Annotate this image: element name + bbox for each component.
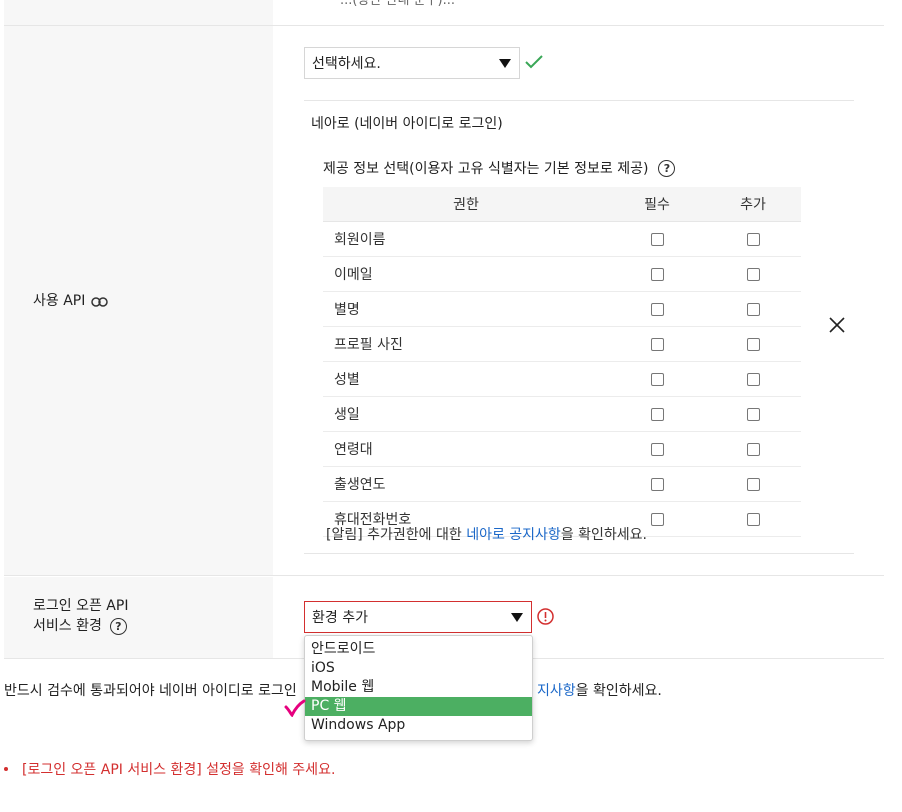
table-row: 이메일	[323, 256, 801, 292]
table-row: 성별	[323, 361, 801, 397]
bullet-icon	[4, 767, 8, 771]
extra-checkbox[interactable]	[746, 442, 760, 456]
notice-link[interactable]: 네아로 공지사항	[466, 527, 561, 543]
required-checkbox[interactable]	[650, 477, 664, 491]
chevron-down-icon	[511, 613, 523, 622]
question-circle-icon[interactable]: ?	[109, 617, 127, 635]
dropdown-option-mobile-web[interactable]: Mobile 웹	[305, 678, 532, 697]
table-header-row: 권한 필수 추가	[323, 187, 801, 222]
extra-checkbox[interactable]	[746, 267, 760, 281]
required-checkbox[interactable]	[650, 407, 664, 421]
notice-suffix: 을 확인하세요.	[560, 527, 648, 543]
required-checkbox[interactable]	[650, 302, 664, 316]
env-select-value: 환경 추가	[312, 610, 368, 626]
required-checkbox[interactable]	[650, 267, 664, 281]
required-checkbox[interactable]	[650, 512, 664, 526]
question-circle-icon[interactable]: ?	[658, 159, 676, 177]
table-header-required: 필수	[609, 187, 705, 222]
row-separator	[4, 575, 884, 576]
permission-name: 회원이름	[323, 221, 609, 257]
extra-checkbox[interactable]	[746, 407, 760, 421]
extra-checkbox[interactable]	[746, 372, 760, 386]
chevron-down-icon	[499, 59, 511, 68]
permission-name: 프로필 사진	[323, 326, 609, 362]
env-dropdown-list: 안드로이드 iOS Mobile 웹 PC 웹 Windows App	[304, 635, 533, 741]
dropdown-option-ios[interactable]: iOS	[305, 659, 532, 678]
permission-table: 권한 필수 추가 회원이름 이메일 별명 프로필 사진 성별 생일 연령대 출생…	[323, 187, 801, 537]
api-select-value: 선택하세요.	[312, 56, 381, 72]
api-name: 네아로 (네이버 아이디로 로그인)	[311, 116, 503, 132]
error-message-text: [로그인 오픈 API 서비스 환경] 설정을 확인해 주세요.	[22, 762, 336, 778]
bottom-notice-link[interactable]: 지사항	[537, 683, 576, 699]
extra-checkbox[interactable]	[746, 232, 760, 246]
permission-name: 연령대	[323, 431, 609, 467]
bottom-notice: 반드시 검수에 통과되어야 네이버 아이디로 로그인	[4, 680, 297, 700]
provide-info-title: 제공 정보 선택(이용자 고유 식별자는 기본 정보로 제공) ?	[323, 158, 676, 178]
notice-prefix: [알림] 추가권한에 대한	[326, 527, 467, 543]
checkmark-annotation	[284, 699, 306, 718]
api-label-text: 사용 API	[33, 293, 86, 309]
error-message: [로그인 오픈 API 서비스 환경] 설정을 확인해 주세요.	[4, 759, 335, 779]
top-cut-text: ...(상단 안내 문구)...	[340, 0, 455, 8]
required-checkbox[interactable]	[650, 232, 664, 246]
table-row: 연령대	[323, 431, 801, 467]
close-icon[interactable]	[829, 317, 845, 333]
row-separator	[4, 25, 884, 26]
table-row: 출생연도	[323, 466, 801, 502]
permission-name: 생일	[323, 396, 609, 432]
env-label-line1: 로그인 오픈 API	[33, 598, 129, 614]
extra-checkbox[interactable]	[746, 302, 760, 316]
link-icon[interactable]	[91, 295, 109, 307]
env-select[interactable]: 환경 추가	[304, 601, 532, 633]
required-checkbox[interactable]	[650, 337, 664, 351]
dropdown-option-windows-app[interactable]: Windows App	[305, 716, 532, 735]
api-select[interactable]: 선택하세요.	[304, 47, 520, 79]
extra-checkbox[interactable]	[746, 477, 760, 491]
extra-checkbox[interactable]	[746, 512, 760, 526]
table-header-permission: 권한	[323, 187, 609, 222]
dropdown-option-android[interactable]: 안드로이드	[305, 640, 532, 659]
table-header-extra: 추가	[705, 187, 801, 222]
bottom-notice-tail: 지사항을 확인하세요.	[537, 680, 662, 700]
env-label-line2: 서비스 환경	[33, 618, 102, 634]
permission-name: 성별	[323, 361, 609, 397]
permission-name: 출생연도	[323, 466, 609, 502]
api-row-label: 사용 API	[33, 290, 109, 310]
api-panel-bottom-border	[304, 553, 854, 554]
table-row: 회원이름	[323, 221, 801, 257]
env-row-label: 로그인 오픈 API 서비스 환경 ?	[33, 596, 128, 636]
left-column-bg-top	[4, 0, 273, 575]
permission-name: 별명	[323, 291, 609, 327]
permission-name: 이메일	[323, 256, 609, 292]
table-row: 생일	[323, 396, 801, 432]
check-icon	[525, 55, 543, 69]
provide-info-title-text: 제공 정보 선택(이용자 고유 식별자는 기본 정보로 제공)	[323, 161, 649, 177]
permission-notice: [알림] 추가권한에 대한 네아로 공지사항을 확인하세요.	[326, 524, 647, 544]
bottom-notice-prefix: 반드시 검수에 통과되어야 네이버 아이디로 로그인	[4, 683, 297, 699]
extra-checkbox[interactable]	[746, 337, 760, 351]
table-row: 별명	[323, 291, 801, 327]
bottom-notice-suffix: 을 확인하세요.	[575, 683, 662, 699]
table-row: 프로필 사진	[323, 326, 801, 362]
required-checkbox[interactable]	[650, 442, 664, 456]
required-checkbox[interactable]	[650, 372, 664, 386]
dropdown-option-pc-web[interactable]: PC 웹	[305, 697, 532, 716]
exclamation-circle-icon	[537, 608, 554, 625]
api-panel-top-border	[304, 100, 854, 101]
